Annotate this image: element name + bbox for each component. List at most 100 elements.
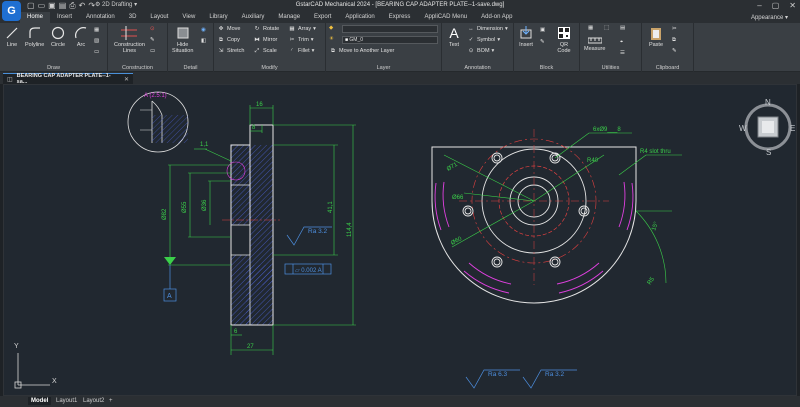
rectangle-icon[interactable]: ▭ (94, 49, 99, 55)
construction-more-icon[interactable]: ▭ (150, 48, 155, 54)
print-icon[interactable]: ⎙ (69, 1, 75, 11)
trim-button[interactable]: ✂ Trim ▾ (288, 36, 314, 44)
front-view[interactable] (431, 129, 637, 304)
arc-button[interactable]: Arc (73, 25, 89, 48)
viewcube-south[interactable]: S (766, 148, 771, 157)
array-button[interactable]: ▦ Array ▾ (288, 25, 316, 33)
section-view-icon[interactable]: ◧ (201, 38, 206, 44)
text-button[interactable]: A Text (446, 25, 462, 48)
dim-diameter-55: Ø55 (182, 201, 188, 213)
dim-114-4: 114,4 (347, 222, 353, 237)
quick-calc-icon[interactable]: ▤ (620, 25, 625, 31)
layer-state-combo[interactable] (342, 25, 438, 33)
tab-model[interactable]: Model (28, 397, 52, 405)
open-file-icon[interactable]: ▭ (38, 1, 46, 11)
dim-41-1: 41,1 (328, 201, 334, 213)
detail-view-icon[interactable]: ◉ (201, 27, 206, 33)
menu-item-application[interactable]: Application (338, 12, 381, 23)
block-create-icon[interactable]: ▣ (540, 27, 545, 33)
maximize-icon[interactable]: ▢ (772, 1, 780, 10)
construction-erase-icon[interactable]: ✎ (150, 37, 155, 43)
menu-item-insert[interactable]: Insert (50, 12, 79, 23)
move-to-layer-button[interactable]: ⧉ Move to Another Layer (329, 47, 394, 55)
close-tab-icon[interactable]: ✕ (124, 76, 129, 83)
menu-item-express[interactable]: Express (382, 12, 418, 23)
menu-item-layout[interactable]: Layout (143, 12, 175, 23)
id-point-icon[interactable]: ⌖ (620, 39, 623, 46)
construction-circle-icon[interactable]: ⊙ (150, 26, 155, 32)
current-layer-combo[interactable]: ■ GM_0 (342, 36, 438, 44)
scale-icon: ⤢ (254, 47, 260, 54)
app-logo[interactable]: G (2, 1, 21, 21)
menu-item-applicad-menu[interactable]: AppliCAD Menu (417, 12, 474, 23)
paste-button[interactable]: Paste (648, 25, 664, 48)
layer-bulb-icon[interactable]: ☀ (329, 36, 334, 42)
hatch-icon[interactable]: ▧ (94, 38, 99, 44)
hide-situation-button[interactable]: Hide Situation (172, 25, 193, 54)
new-file-icon[interactable]: ▢ (27, 1, 35, 11)
scale-button[interactable]: ⤢ Scale (253, 47, 277, 55)
rotate-button[interactable]: ↻ Rotate (253, 25, 280, 33)
appearance-menu[interactable]: Appearance ▾ (751, 14, 788, 21)
menu-item-annotation[interactable]: Annotation (79, 12, 122, 23)
tab-layout2[interactable]: Layout2 (80, 397, 107, 405)
menu-item-manage[interactable]: Manage (271, 12, 307, 23)
ra-side-label: Ra 3.2 (308, 228, 328, 235)
copy-button[interactable]: ⧉ Copy (217, 36, 240, 44)
match-properties-icon[interactable]: ✎ (672, 48, 677, 54)
calculator-icon[interactable]: ▦ (588, 25, 593, 31)
bom-button[interactable]: ⊙ BOM ▾ (467, 47, 495, 55)
insert-button[interactable]: Insert (518, 25, 534, 48)
move-button[interactable]: ✥ Move (217, 25, 241, 33)
list-icon[interactable]: ☰ (620, 50, 625, 56)
draw-more-icon[interactable]: ▦ (94, 27, 99, 33)
select-icon[interactable]: ⬚ (604, 25, 609, 31)
undo-icon[interactable]: ↶ (79, 1, 86, 11)
ra-bottom-2: Ra 3.2 (545, 371, 565, 378)
fillet-button[interactable]: ◜ Fillet ▾ (288, 47, 314, 55)
save-as-icon[interactable]: ▤ (59, 1, 67, 11)
qr-code-button[interactable]: QR Code (556, 25, 572, 54)
menu-item-view[interactable]: View (175, 12, 202, 23)
polyline-button[interactable]: Polyline (25, 25, 44, 48)
menu-item-add-on-app[interactable]: Add-on App (474, 12, 519, 23)
mirror-button[interactable]: ⧓ Mirror (253, 36, 277, 44)
menu-bar: Home Insert Annotation 3D Layout View Library A… (0, 12, 800, 23)
detail-view-a[interactable]: A (2.5:1) (127, 91, 189, 153)
close-icon[interactable]: ✕ (789, 1, 796, 10)
menu-item-export[interactable]: Export (307, 12, 338, 23)
minimize-icon[interactable]: – (757, 1, 761, 10)
menu-item-3d[interactable]: 3D (122, 12, 144, 23)
circle-button[interactable]: Circle (50, 25, 66, 48)
layer-properties-icon[interactable]: ◆ (329, 25, 333, 31)
drawing-svg: A (2.5:1) 16 8 Ø82 Ø55 Ø36 41,1 114,4 6 … (14, 91, 795, 389)
menu-item-home[interactable]: Home (20, 12, 51, 23)
layer-panel: ◆ ☀ ■ GM_0 ⧉ Move to Another Layer Layer (326, 23, 442, 72)
modify-panel: ✥ Move ↻ Rotate ▦ Array ▾ ⧉ Copy ⧓ Mirror ✂ Tr… (214, 23, 326, 72)
stretch-button[interactable]: ⇲ Stretch (217, 47, 245, 55)
menu-item-auxiliary[interactable]: Auxiliary (235, 12, 272, 23)
viewcube-west[interactable]: W (739, 124, 747, 133)
document-tab[interactable]: ◫ BEARING CAP ADAPTER PLATE--1-sa... ✕ (3, 73, 133, 85)
drawing-canvas[interactable]: A (2.5:1) 16 8 Ø82 Ø55 Ø36 41,1 114,4 6 … (3, 84, 797, 396)
copy-icon: ⧉ (219, 36, 223, 43)
viewcube-east[interactable]: E (790, 124, 795, 133)
detail-label: A (2.5:1) (144, 93, 167, 99)
copy-clip-icon[interactable]: ⧉ (672, 37, 676, 44)
tab-layout1[interactable]: Layout1 (53, 397, 80, 405)
section-view[interactable] (222, 124, 280, 326)
save-icon[interactable]: ▣ (48, 1, 56, 11)
viewcube-north[interactable]: N (765, 98, 771, 107)
viewcube[interactable]: N S W E (739, 98, 795, 157)
dimension-button[interactable]: ↔ Dimension ▾ (467, 25, 508, 33)
move-icon: ✥ (218, 26, 224, 32)
measure-button[interactable]: Measure (584, 35, 605, 52)
line-button[interactable]: Line (4, 25, 20, 48)
cut-icon[interactable]: ✂ (672, 26, 677, 32)
workspace-selector[interactable]: ⚙ 2D Drafting ▾ (95, 1, 137, 8)
add-layout-tab[interactable]: + (106, 397, 116, 405)
symbol-button[interactable]: ✓ Symbol ▾ (467, 36, 500, 44)
construction-lines-button[interactable]: Construction Lines (114, 25, 145, 54)
menu-item-library[interactable]: Library (202, 12, 234, 23)
block-edit-icon[interactable]: ✎ (540, 39, 545, 45)
